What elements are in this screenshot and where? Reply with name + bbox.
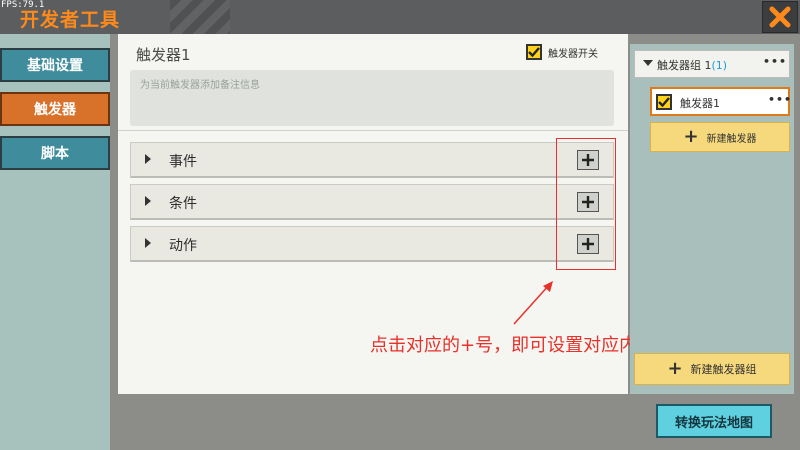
close-icon	[769, 6, 791, 28]
plus-icon: +	[667, 358, 683, 379]
section-row-action[interactable]: 动作	[130, 226, 614, 262]
check-icon	[528, 47, 540, 58]
section-label: 事件	[169, 154, 197, 170]
trigger-title: 触发器1	[136, 46, 191, 64]
highlight-box	[556, 138, 616, 270]
trigger-item-checkbox[interactable]	[656, 94, 672, 110]
section-row-event[interactable]: 事件	[130, 142, 614, 178]
chevron-down-icon	[643, 60, 653, 66]
trigger-group-header[interactable]: 触发器组 1(1) •••	[634, 50, 790, 78]
caret-right-icon	[145, 196, 151, 206]
section-label: 条件	[169, 196, 197, 212]
trigger-list-item[interactable]: 触发器1 •••	[650, 87, 792, 116]
annotation-text: 点击对应的+号，即可设置对应内容	[370, 335, 656, 356]
new-trigger-label: 新建触发器	[706, 133, 757, 145]
close-button[interactable]	[762, 1, 798, 33]
section-label: 动作	[169, 238, 197, 254]
caret-right-icon	[145, 238, 151, 248]
fps-counter: FPS:79.1	[1, 0, 45, 10]
sidebar-item-basic-settings[interactable]: 基础设置	[0, 48, 110, 82]
title-bar: 开发者工具	[0, 0, 800, 34]
title-bar-decoration	[170, 0, 230, 34]
new-trigger-button[interactable]: + 新建触发器	[650, 122, 790, 152]
note-placeholder: 为当前触发器添加备注信息	[140, 80, 260, 91]
new-trigger-group-button[interactable]: + 新建触发器组	[634, 353, 790, 385]
annotation-arrow	[513, 281, 553, 325]
group-count: (1)	[711, 59, 728, 72]
new-group-label: 新建触发器组	[690, 363, 757, 376]
more-dots-icon[interactable]: •••	[768, 93, 792, 106]
group-name: 触发器组 1	[657, 59, 712, 72]
group-title: 触发器组 1(1)	[657, 57, 727, 73]
trigger-switch[interactable]: 触发器开关	[526, 44, 598, 60]
caret-right-icon	[145, 154, 151, 164]
more-dots-icon[interactable]: •••	[763, 55, 787, 68]
trigger-item-name: 触发器1	[680, 97, 720, 110]
plus-icon: +	[683, 126, 699, 147]
switch-label: 触发器开关	[548, 48, 598, 60]
divider	[118, 130, 628, 131]
check-icon	[658, 97, 670, 108]
sidebar-item-scripts[interactable]: 脚本	[0, 136, 110, 170]
sidebar-item-triggers[interactable]: 触发器	[0, 92, 110, 126]
switch-checkbox[interactable]	[526, 44, 542, 60]
convert-map-button[interactable]: 转换玩法地图	[656, 404, 772, 438]
section-row-condition[interactable]: 条件	[130, 184, 614, 220]
